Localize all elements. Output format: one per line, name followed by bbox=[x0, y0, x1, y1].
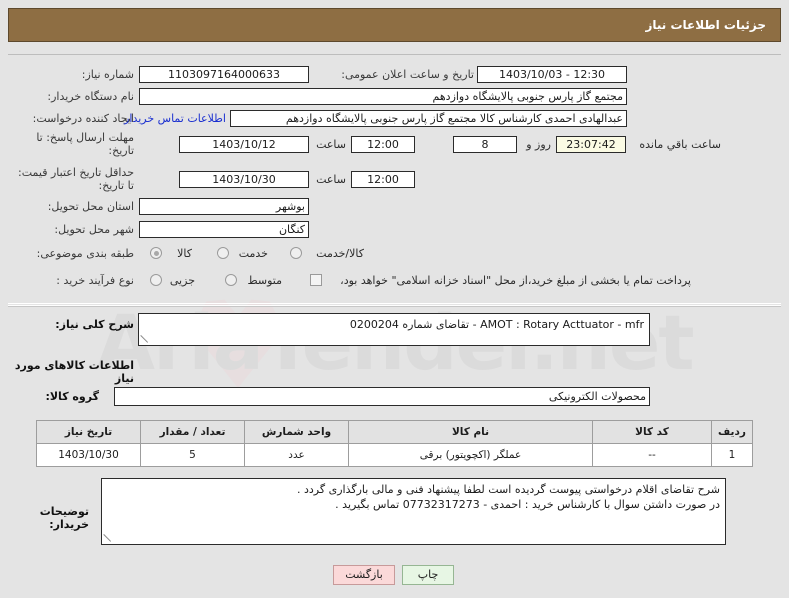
page-root: AriaTender.net جزئیات اطلاعات نیاز شماره… bbox=[0, 0, 789, 598]
radio-classification-goods[interactable] bbox=[150, 247, 162, 259]
creator-value: عبدالهادی احمدی کارشناس کالا مجتمع گاز پ… bbox=[230, 110, 627, 127]
hour-label-1: ساعت bbox=[316, 138, 346, 151]
cell-row: 1 bbox=[711, 443, 753, 467]
treasury-checkbox[interactable] bbox=[310, 274, 322, 286]
resize-grip-icon-2[interactable] bbox=[104, 534, 113, 543]
col-need-date: تاریخ نیاز bbox=[36, 420, 141, 444]
province-value: بوشهر bbox=[139, 198, 309, 215]
resize-grip-icon[interactable] bbox=[141, 335, 150, 344]
col-qty: تعداد / مقدار bbox=[140, 420, 245, 444]
goods-group-value: محصولات الکترونیکی bbox=[114, 387, 650, 406]
cell-need-date: 1403/10/30 bbox=[36, 443, 141, 467]
table-row: 1 -- عملگر (اکچویتور) برقی عدد 5 1403/10… bbox=[36, 443, 753, 467]
remaining-label: ساعت باقي مانده bbox=[639, 138, 721, 151]
cell-qty: 5 bbox=[140, 443, 245, 467]
need-number-label: شماره نیاز: bbox=[81, 68, 134, 81]
notes-label: توضیحات خریدار: bbox=[39, 505, 89, 531]
announce-value: 12:30 - 1403/10/03 bbox=[477, 66, 627, 83]
table-header-row: ردیف کد کالا نام کالا واحد شمارش تعداد /… bbox=[36, 420, 753, 444]
radio-process-medium[interactable] bbox=[225, 274, 237, 286]
price-valid-label: حداقل تاریخ اعتبار قیمت: تا تاریخ: bbox=[18, 166, 134, 192]
hour-label-2: ساعت bbox=[316, 173, 346, 186]
section-divider-1 bbox=[8, 305, 781, 307]
radio-process-minor-label: جزیی bbox=[169, 274, 195, 287]
announce-label: تاریخ و ساعت اعلان عمومی: bbox=[341, 68, 474, 81]
city-value: کنگان bbox=[139, 221, 309, 238]
radio-classification-service[interactable] bbox=[217, 247, 229, 259]
price-valid-date: 1403/10/30 bbox=[179, 171, 309, 188]
province-label: استان محل تحویل: bbox=[47, 200, 134, 213]
page-title: جزئیات اطلاعات نیاز bbox=[8, 8, 781, 42]
days-word: روز و bbox=[526, 138, 551, 151]
days-remaining: 8 bbox=[453, 136, 517, 153]
need-number-value: 1103097164000633 bbox=[139, 66, 309, 83]
price-valid-time: 12:00 bbox=[351, 171, 415, 188]
creator-label: ایجاد کننده درخواست: bbox=[32, 112, 134, 125]
goods-section-heading: اطلاعات کالاهای مورد نیاز bbox=[14, 359, 134, 385]
process-label: نوع فرآیند خرید : bbox=[56, 274, 134, 287]
radio-classification-goods-service[interactable] bbox=[290, 247, 302, 259]
treasury-checkbox-label: پرداخت تمام یا بخشی از مبلغ خرید،از محل … bbox=[340, 274, 691, 287]
back-button[interactable]: بازگشت bbox=[333, 565, 395, 585]
cell-unit: عدد bbox=[244, 443, 349, 467]
radio-process-medium-label: متوسط bbox=[247, 274, 282, 287]
goods-group-label: گروه کالا: bbox=[45, 390, 99, 403]
reply-deadline-time: 12:00 bbox=[351, 136, 415, 153]
summary-value-text: AMOT : Rotary Acttuator - mfr - تقاضای ش… bbox=[349, 318, 644, 331]
buyer-notes[interactable]: شرح تقاضای اقلام درخواستی پیوست گردیده ا… bbox=[101, 478, 726, 545]
cell-code: -- bbox=[592, 443, 712, 467]
reply-deadline-label: مهلت ارسال پاسخ: تا تاریخ: bbox=[36, 131, 134, 157]
reply-deadline-date: 1403/10/12 bbox=[179, 136, 309, 153]
classification-label: طبقه بندی موضوعی: bbox=[36, 247, 134, 260]
buyer-contact-link[interactable]: اطلاعات تماس خریدار bbox=[124, 112, 226, 125]
countdown-timer: 23:07:42 bbox=[556, 136, 626, 153]
goods-table: ردیف کد کالا نام کالا واحد شمارش تعداد /… bbox=[36, 420, 753, 467]
summary-value[interactable]: AMOT : Rotary Acttuator - mfr - تقاضای ش… bbox=[138, 313, 650, 346]
city-label: شهر محل تحویل: bbox=[54, 223, 134, 236]
radio-classification-service-label: خدمت bbox=[238, 247, 268, 260]
buyer-notes-line1: شرح تقاضای اقلام درخواستی پیوست گردیده ا… bbox=[297, 483, 720, 496]
buyer-org-label: نام دستگاه خریدار: bbox=[47, 90, 134, 103]
col-name: نام کالا bbox=[348, 420, 593, 444]
cell-name: عملگر (اکچویتور) برقی bbox=[348, 443, 593, 467]
buyer-notes-line2: در صورت داشتن سوال با کارشناس خرید : احم… bbox=[335, 498, 720, 511]
col-code: کد کالا bbox=[592, 420, 712, 444]
radio-classification-goods-label: کالا bbox=[177, 247, 192, 260]
radio-process-minor[interactable] bbox=[150, 274, 162, 286]
summary-label: شرح کلی نیاز: bbox=[55, 318, 134, 331]
col-unit: واحد شمارش bbox=[244, 420, 349, 444]
radio-classification-goods-service-label: کالا/خدمت bbox=[316, 247, 364, 260]
print-button[interactable]: چاپ bbox=[402, 565, 454, 585]
col-row: ردیف bbox=[711, 420, 753, 444]
buyer-org-value: مجتمع گاز پارس جنوبی پالایشگاه دوازدهم bbox=[139, 88, 627, 105]
